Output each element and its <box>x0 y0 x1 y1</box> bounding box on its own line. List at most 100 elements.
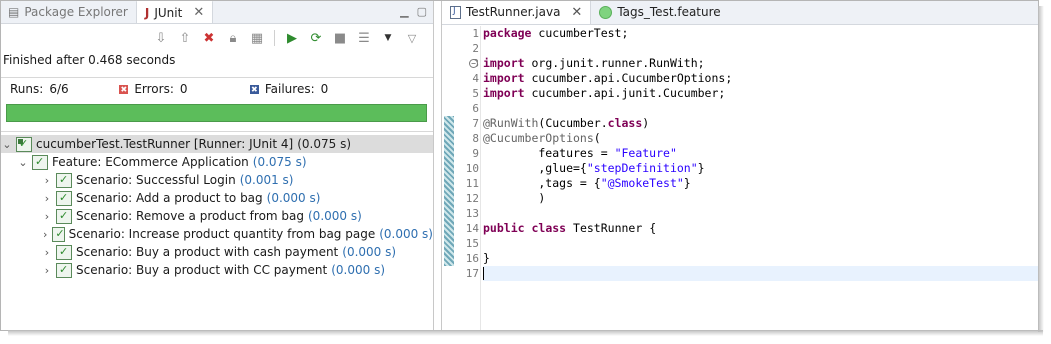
line-number: 9 <box>472 147 479 160</box>
left-tabbar: ▤ Package Explorer J JUnit ✕ ▁ ▢ <box>0 0 433 24</box>
line-number: 10 <box>465 162 479 175</box>
tree-node-scenario[interactable]: › Scenario: Buy a product with CC paymen… <box>0 261 433 279</box>
test-suite-pass-icon <box>56 262 72 278</box>
junit-icon: J <box>144 5 150 20</box>
string-literal: "Feature" <box>614 146 677 160</box>
history-dropdown-icon[interactable]: ▼ <box>379 29 397 47</box>
tree-node-time: (0.000 s) <box>342 245 397 259</box>
minimize-icon[interactable]: ▁ <box>400 5 408 18</box>
tree-node-time: (0.001 s) <box>239 173 294 187</box>
text-caret <box>483 267 484 280</box>
chevron-down-icon[interactable]: ⌄ <box>0 138 14 151</box>
next-failure-icon[interactable]: ⇩ <box>152 29 170 47</box>
keyword: import <box>483 86 525 100</box>
tab-junit[interactable]: J JUnit ✕ <box>135 0 214 23</box>
gutter-divider <box>480 26 481 330</box>
previous-failure-icon[interactable]: ⇧ <box>176 29 194 47</box>
keyword: import <box>483 56 525 70</box>
code-token: org.junit.runner.RunWith; <box>524 56 705 70</box>
fold-collapse-icon[interactable]: − <box>469 59 478 68</box>
tree-node-label: Feature: ECommerce Application <box>52 155 249 169</box>
line-number: 12 <box>465 192 479 205</box>
tree-node-feature[interactable]: ⌄ Feature: ECommerce Application (0.075 … <box>0 153 433 171</box>
view-menu-icon[interactable]: ▽ <box>403 29 421 47</box>
line-number: 13 <box>465 207 479 220</box>
junit-view: ▤ Package Explorer J JUnit ✕ ▁ ▢ ⇩ ⇧ ✖ 🔒… <box>0 0 434 330</box>
tree-node-scenario[interactable]: › Scenario: Increase product quantity fr… <box>0 225 433 243</box>
stop-icon[interactable]: ■ <box>331 29 349 47</box>
java-file-icon <box>450 5 461 19</box>
line-number: 3− <box>455 56 479 71</box>
show-failures-only-icon[interactable]: ✖ <box>200 29 218 47</box>
tree-node-time: (0.075 s) <box>252 155 307 169</box>
code-token: ,glue={ <box>483 161 587 175</box>
tab-tags-test-feature[interactable]: Tags_Test.feature <box>591 0 728 24</box>
tab-package-explorer[interactable]: ▤ Package Explorer <box>0 0 136 23</box>
line-number: 17 <box>465 267 479 280</box>
test-suite-pass-icon <box>32 154 48 170</box>
line-number: 15 <box>465 237 479 250</box>
tree-node-label: Scenario: Successful Login <box>76 173 236 187</box>
tree-node-label: cucumberTest.TestRunner [Runner: JUnit 4… <box>36 137 294 151</box>
tree-node-scenario[interactable]: › Scenario: Add a product to bag (0.000 … <box>0 189 433 207</box>
code-editor[interactable]: 1 2 3− 4 5 6 7 8 9 10 11 12 13 14 15 16 … <box>442 26 1038 330</box>
errors-counter: ✖ Errors: 0 <box>119 82 236 96</box>
code-token: cucumberTest; <box>531 26 629 40</box>
tree-node-scenario[interactable]: › Scenario: Buy a product with cash paym… <box>0 243 433 261</box>
test-run-history-icon[interactable]: ☰ <box>355 29 373 47</box>
code-line: ,glue={"stepDefinition"} <box>483 161 1038 176</box>
progress-bar <box>6 104 427 122</box>
editor-tabbar: TestRunner.java ✕ Tags_Test.feature <box>442 0 1038 25</box>
keyword: public <box>483 221 525 235</box>
tab-testrunner-java[interactable]: TestRunner.java ✕ <box>442 0 592 24</box>
rerun-failed-first-icon[interactable]: ⟳ <box>307 29 325 47</box>
window-shadow <box>8 330 1043 336</box>
string-literal: "@SmokeTest" <box>600 176 684 190</box>
tree-node-scenario[interactable]: › Scenario: Remove a product from bag (0… <box>0 207 433 225</box>
code-line: import cucumber.api.junit.Cucumber; <box>483 86 1038 101</box>
code-token: } <box>697 161 705 175</box>
tree-node-time: (0.000 s) <box>266 191 321 205</box>
failures-value: 0 <box>320 82 329 96</box>
code-token: ) <box>642 116 650 130</box>
tree-node-scenario[interactable]: › Scenario: Successful Login (0.001 s) <box>0 171 433 189</box>
test-suite-pass-icon <box>16 136 32 152</box>
chevron-right-icon[interactable]: › <box>40 228 50 241</box>
package-explorer-icon: ▤ <box>8 4 20 19</box>
error-icon: ✖ <box>119 84 129 94</box>
line-number: 8 <box>472 132 479 145</box>
view-window-controls: ▁ ▢ <box>400 5 427 18</box>
rerun-test-icon[interactable]: ▶ <box>283 29 301 47</box>
code-token: TestRunner { <box>566 221 657 235</box>
line-number: 16 <box>465 252 479 265</box>
tab-label: TestRunner.java <box>466 5 561 19</box>
chevron-right-icon[interactable]: › <box>40 210 54 223</box>
runs-label: Runs: <box>10 82 44 96</box>
tree-node-label: Scenario: Add a product to bag <box>76 191 263 205</box>
tree-node-time: (0.000 s) <box>331 263 386 277</box>
failure-icon: ✖ <box>249 84 259 94</box>
maximize-icon[interactable]: ▢ <box>417 5 427 18</box>
test-suite-pass-icon <box>56 244 72 260</box>
close-icon[interactable]: ✕ <box>193 5 204 20</box>
test-suite-pass-icon <box>56 190 72 206</box>
tree-node-runner[interactable]: ⌄ cucumberTest.TestRunner [Runner: JUnit… <box>0 135 433 153</box>
close-icon[interactable]: ✕ <box>571 5 582 20</box>
chevron-down-icon[interactable]: ⌄ <box>16 156 30 169</box>
test-suite-pass-icon <box>56 208 72 224</box>
chevron-right-icon[interactable]: › <box>40 246 54 259</box>
chevron-right-icon[interactable]: › <box>40 174 54 187</box>
chevron-right-icon[interactable]: › <box>40 192 54 205</box>
line-number: 7 <box>472 117 479 130</box>
runs-value: 6/6 <box>49 82 69 96</box>
line-number: 11 <box>465 177 479 190</box>
history-icon[interactable]: ▦ <box>248 29 266 47</box>
window-shadow <box>1038 6 1044 332</box>
line-number-gutter: 1 2 3− 4 5 6 7 8 9 10 11 12 13 14 15 16 … <box>455 26 479 330</box>
code-text[interactable]: package cucumberTest; import org.junit.r… <box>483 26 1038 281</box>
chevron-right-icon[interactable]: › <box>40 264 54 277</box>
scroll-lock-icon[interactable]: 🔒︎ <box>224 29 242 47</box>
